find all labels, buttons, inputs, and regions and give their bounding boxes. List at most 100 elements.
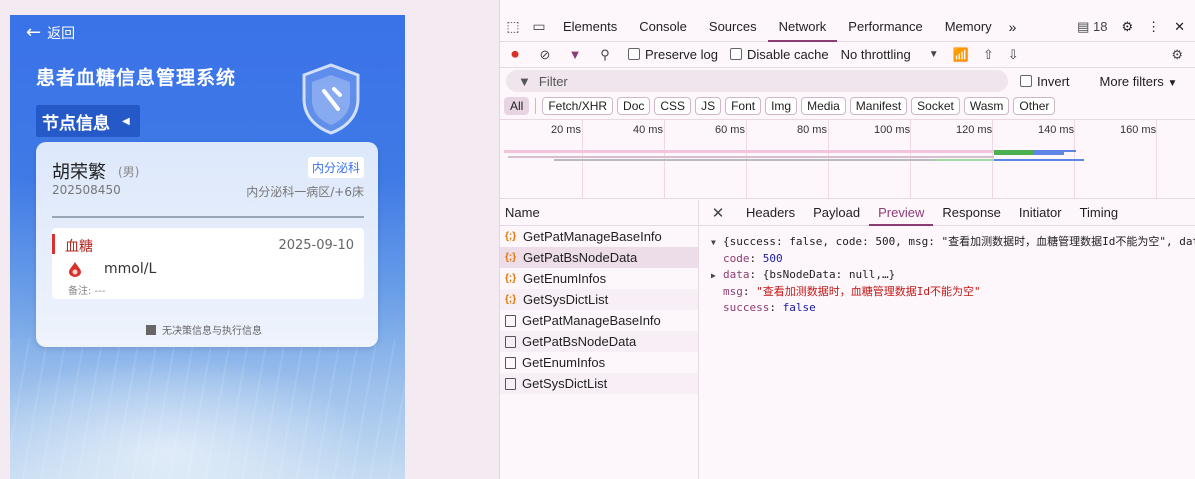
issues-badge[interactable]: ▤ 18 xyxy=(1077,19,1107,35)
type-all[interactable]: All xyxy=(504,97,530,115)
json-preview: ▼ {success: false, code: 500, msg: "查看加测数… xyxy=(699,226,1195,316)
issues-count: 18 xyxy=(1092,18,1108,34)
request-row[interactable]: GetPatBsNodeData xyxy=(500,331,698,352)
json-key: success xyxy=(723,301,770,314)
name-column-header[interactable]: Name xyxy=(500,200,698,226)
type-font[interactable]: Font xyxy=(725,97,762,115)
tab-elements[interactable]: Elements xyxy=(552,12,628,42)
type-css[interactable]: CSS xyxy=(654,97,692,115)
back-button[interactable]: ← 返回 xyxy=(26,23,75,43)
back-label: 返回 xyxy=(47,26,76,42)
tab-payload[interactable]: Payload xyxy=(804,200,869,226)
settings-gear-icon[interactable]: ⚙ xyxy=(1121,19,1133,35)
devtools-panel: ⬚ ▭ Elements Console Sources Network Per… xyxy=(499,0,1195,479)
request-row[interactable]: {;} GetPatManageBaseInfo xyxy=(500,226,698,247)
tab-initiator[interactable]: Initiator xyxy=(1010,200,1071,226)
xhr-icon: {;} xyxy=(505,294,517,305)
patient-id: 202508450 xyxy=(52,183,121,197)
type-img[interactable]: Img xyxy=(765,97,798,115)
filter-funnel-icon[interactable]: ▼ xyxy=(560,47,590,62)
network-conditions-icon[interactable]: 📶 xyxy=(953,47,969,63)
import-har-icon[interactable]: ⇧ xyxy=(983,47,994,63)
request-name: GetSysDictList xyxy=(523,292,609,307)
throttling-select[interactable]: No throttling xyxy=(841,47,911,62)
type-wasm[interactable]: Wasm xyxy=(963,97,1010,115)
timeline-bar xyxy=(504,150,994,153)
filter-placeholder: Filter xyxy=(538,73,568,89)
timeline-tick: 140 ms xyxy=(1038,124,1075,136)
json-success-line: success: false xyxy=(723,301,816,314)
device-toolbar-icon[interactable]: ▭ xyxy=(526,18,552,35)
request-row[interactable]: {;} GetPatBsNodeData xyxy=(500,247,698,268)
network-settings-icon[interactable]: ⚙ xyxy=(1171,47,1195,63)
inspect-element-icon[interactable]: ⬚ xyxy=(500,18,526,35)
caret-left-icon: ◀ xyxy=(122,115,130,127)
close-detail-icon[interactable]: ✕ xyxy=(699,204,737,222)
request-name: GetPatBsNodeData xyxy=(522,334,637,349)
request-detail-pane: ✕ Headers Payload Preview Response Initi… xyxy=(699,200,1195,479)
export-har-icon[interactable]: ⇩ xyxy=(1008,47,1019,63)
type-js[interactable]: JS xyxy=(695,97,722,115)
timeline-tick: 120 ms xyxy=(956,124,993,136)
department-badge: 内分泌科 xyxy=(307,157,364,178)
node-info-label: 节点信息 xyxy=(42,113,110,134)
type-other[interactable]: Other xyxy=(1013,97,1056,115)
kebab-menu-icon[interactable]: ⋮ xyxy=(1147,19,1160,35)
record-remark: 备注: --- xyxy=(68,286,106,297)
tab-response[interactable]: Response xyxy=(933,200,1010,226)
request-name: GetPatBsNodeData xyxy=(523,250,638,265)
type-manifest[interactable]: Manifest xyxy=(849,97,908,115)
json-root-line[interactable]: ▼ {success: false, code: 500, msg: "查看加测数… xyxy=(711,234,1195,251)
xhr-icon: {;} xyxy=(505,252,517,263)
request-row[interactable]: GetPatManageBaseInfo xyxy=(500,310,698,331)
search-icon[interactable]: ⚲ xyxy=(590,47,620,63)
node-info-tab[interactable]: 节点信息 ◀ xyxy=(36,105,140,137)
square-icon xyxy=(146,324,156,335)
more-filters-button[interactable]: More filters ▼ xyxy=(1100,74,1178,89)
xhr-icon: {;} xyxy=(505,231,517,242)
tab-headers[interactable]: Headers xyxy=(737,200,804,226)
tab-performance[interactable]: Performance xyxy=(837,12,933,42)
timeline-tick: 100 ms xyxy=(874,124,911,136)
record-stop-icon[interactable]: ⏺ xyxy=(500,46,530,63)
chevron-down-icon: ▼ xyxy=(1167,77,1178,89)
tab-network[interactable]: Network xyxy=(767,12,838,42)
request-row[interactable]: GetEnumInfos xyxy=(500,352,698,373)
filter-input[interactable]: ▼ Filter xyxy=(506,70,1008,92)
dropdown-caret-icon[interactable]: ▼ xyxy=(929,49,939,60)
tab-memory[interactable]: Memory xyxy=(934,12,1003,42)
document-icon xyxy=(505,356,516,369)
record-unit: mmol/L xyxy=(104,261,157,277)
more-tabs-icon[interactable]: » xyxy=(1003,19,1023,35)
filter-row: ▼ Filter Invert More filters ▼ xyxy=(500,68,1195,94)
type-fetch-xhr[interactable]: Fetch/XHR xyxy=(542,97,614,115)
close-devtools-icon[interactable]: ✕ xyxy=(1174,19,1185,35)
clear-icon[interactable]: ⊘ xyxy=(530,47,560,63)
request-row[interactable]: {;} GetEnumInfos xyxy=(500,268,698,289)
json-value: 500 xyxy=(762,252,783,265)
type-media[interactable]: Media xyxy=(801,97,846,115)
invert-checkbox[interactable]: Invert xyxy=(1020,74,1070,89)
mobile-app-panel: ← 返回 患者血糖信息管理系统 节点信息 ◀ 胡荣繁 (男) 内分泌科 2025… xyxy=(10,15,405,479)
disable-cache-checkbox[interactable]: Disable cache xyxy=(729,47,829,62)
patient-name: 胡荣繁 xyxy=(52,162,106,183)
type-doc[interactable]: Doc xyxy=(617,97,651,115)
document-icon xyxy=(505,377,516,390)
tab-timing[interactable]: Timing xyxy=(1071,200,1128,226)
network-overview-timeline[interactable]: 20 ms 40 ms 60 ms 80 ms 100 ms 120 ms 14… xyxy=(500,119,1195,199)
glucose-record-card[interactable]: 血糖 2025-09-10 mmol/L 备注: --- xyxy=(52,228,364,299)
collapsed-triangle-icon: ▶ xyxy=(711,271,716,280)
request-row[interactable]: GetSysDictList xyxy=(500,373,698,394)
tab-console[interactable]: Console xyxy=(628,12,698,42)
preserve-log-checkbox[interactable]: Preserve log xyxy=(628,47,718,62)
bed-info: 内分泌科一病区/+6床 xyxy=(246,185,364,199)
request-row[interactable]: {;} GetSysDictList xyxy=(500,289,698,310)
tab-sources[interactable]: Sources xyxy=(698,12,768,42)
timeline-tick: 40 ms xyxy=(633,124,663,136)
divider xyxy=(52,216,364,218)
invert-label: Invert xyxy=(1037,73,1070,89)
json-data-line[interactable]: ▶ data: {bsNodeData: null,…} xyxy=(711,267,1195,284)
type-socket[interactable]: Socket xyxy=(911,97,960,115)
tab-preview[interactable]: Preview xyxy=(869,200,934,226)
json-value: "查看加测数据时，血糖管理数据Id不能为空" xyxy=(756,285,981,298)
